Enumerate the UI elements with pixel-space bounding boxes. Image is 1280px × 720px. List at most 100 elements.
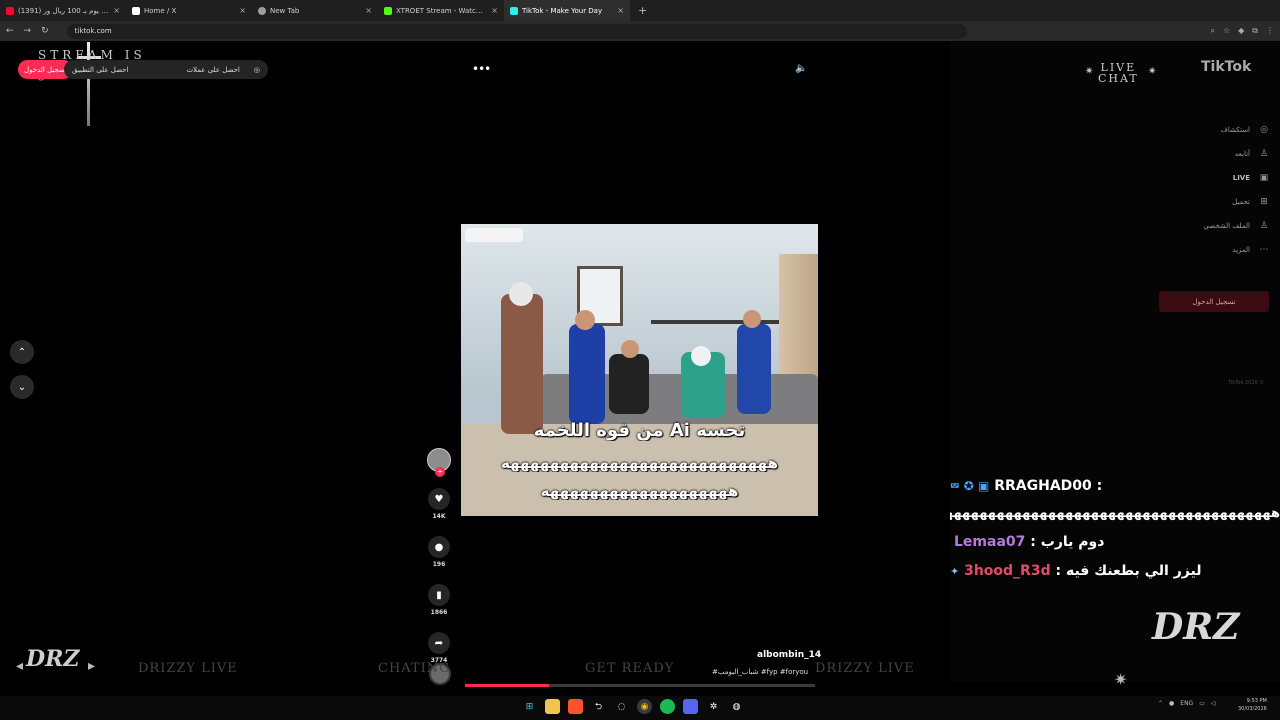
heart-icon: ♥ [434,493,444,505]
save-button[interactable]: ▮ [428,584,450,606]
like-count: 14K [432,513,446,520]
clock-time: 9:53 PM [1246,698,1267,704]
ticker-text: DRIZZY LIVE [815,661,915,676]
app-icon[interactable]: ◌ [614,699,629,714]
new-tab-button[interactable]: + [638,4,647,17]
chat-username: 3hood_R3d [964,563,1051,579]
sidebar-menu: استكشاف ◎ أتابعه ♙ LIVE ▣ تحميل ⊞ الملف … [1150,118,1270,262]
close-tab-icon[interactable]: × [365,6,372,15]
browser-tab-youtube[interactable]: (1391) عشت يوم بـ 100 ريال ور... × [0,0,126,21]
sidebar-item-live[interactable]: LIVE ▣ [1150,166,1270,190]
comment-icon: ● [434,541,444,553]
get-coins-link[interactable]: احصل على عملات [186,66,239,74]
sidebar-item-upload[interactable]: تحميل ⊞ [1150,190,1270,214]
back-arrow-icon[interactable]: ← [6,26,14,36]
profile-icon: ♙ [1259,221,1269,231]
obs-icon[interactable]: ◍ [729,699,744,714]
sidebar-item-following[interactable]: أتابعه ♙ [1150,142,1270,166]
url-field[interactable]: tiktok.com [66,23,967,39]
puzzle-icon[interactable]: ⧉ [1252,26,1258,36]
brave-icon[interactable] [568,699,583,714]
tab-title: New Tab [270,6,300,15]
chrome-icon[interactable]: ◉ [637,699,652,714]
youtube-icon [6,6,14,15]
tab-title: TikTok - Make Your Day [522,6,603,15]
zoom-icon[interactable]: ⌕ [1210,26,1214,36]
sidebar-item-label: استكشاف [1220,126,1250,134]
close-tab-icon[interactable]: × [113,6,120,15]
chevron-down-icon: ⌄ [17,381,27,393]
video-progress-bar[interactable] [465,684,815,687]
network-icon[interactable]: ▭ [1199,700,1205,707]
mic-icon[interactable]: ● [1169,700,1174,707]
video-person [501,294,543,434]
volume-icon[interactable]: 🔈 [795,63,807,74]
chat-badge-icon: ✦ [950,565,960,578]
live-icon: ▣ [1259,173,1269,183]
extension-icon[interactable]: ◆ [1238,26,1244,36]
video-person-head [691,346,711,366]
chrome-icon [258,6,266,15]
browser-tab-x[interactable]: Home / X × [126,0,252,21]
clock[interactable]: 9:53 PM 30/03/2026 [1238,697,1267,713]
sidebar-item-explore[interactable]: استكشاف ◎ [1150,118,1270,142]
comment-count: 196 [432,561,446,568]
save-count: 1866 [430,609,448,616]
forward-arrow-icon[interactable]: → [24,26,32,36]
video-caption-line: هههههههههههههههههههههههههههه [501,454,779,472]
chat-username: Lemaa07 [954,534,1026,550]
speaker-icon[interactable]: ◁ [1211,700,1216,707]
sidebar-login-button[interactable]: تسجيل الدخول [1159,291,1269,312]
previous-video-button[interactable]: ⌃ [10,340,34,364]
reload-icon[interactable]: ↻ [41,26,49,36]
menu-icon[interactable]: ⋮ [1266,26,1274,36]
sidebar-item-label: أتابعه [1234,150,1250,158]
tiktok-logo[interactable]: TikTok [1201,59,1251,75]
ticker-text: DRIZZY LIVE [138,661,238,676]
follow-plus-icon[interactable]: + [435,467,445,477]
bookmark-star-icon[interactable]: ☆ [1223,26,1230,36]
copyright-text: TikTok 2026 © [1228,380,1265,386]
language-indicator[interactable]: ENG [1180,700,1193,707]
sidebar-item-label: المزيد [1232,246,1250,254]
discord-icon[interactable] [683,699,698,714]
video-progress-fill [465,684,549,687]
browser-tab-newtab[interactable]: New Tab × [252,0,378,21]
more-options-button[interactable]: ••• [472,62,491,76]
chat-message-text: : ليزر الي بطعنك فيه [1055,563,1202,579]
chevron-up-icon[interactable]: ⌃ [1158,700,1163,707]
sidebar-item-label: الملف الشخصي [1203,222,1250,230]
creator-avatar[interactable]: + [427,448,451,477]
spotify-icon[interactable] [660,699,675,714]
like-button[interactable]: ♥ [428,488,450,510]
sidebar-item-more[interactable]: المزيد ⋯ [1150,238,1270,262]
sidebar-item-profile[interactable]: الملف الشخصي ♙ [1150,214,1270,238]
sparkle-icon: ✷ [1114,670,1128,689]
video-player[interactable]: تحسه Ai من قوه اللخمه هههههههههههههههههه… [461,224,818,516]
next-video-button[interactable]: ⌄ [10,375,34,399]
live-chat-line2: CHAT [1098,72,1139,85]
drz-logo: DRZ [26,646,80,672]
tiktok-icon [510,6,518,15]
get-app-link[interactable]: احصل على التطبيق [72,66,128,74]
sparkle-icon: ✷ [1148,66,1157,77]
app-icon[interactable]: ✲ [706,699,721,714]
close-tab-icon[interactable]: × [617,6,624,15]
close-tab-icon[interactable]: × [491,6,498,15]
tab-title: (1391) عشت يوم بـ 100 ريال ور... [18,6,109,15]
browser-tab-tiktok[interactable]: TikTok - Make Your Day × [504,0,630,21]
comment-button[interactable]: ● [428,536,450,558]
close-tab-icon[interactable]: × [239,6,246,15]
video-person [569,324,605,424]
windows-start-icon[interactable]: ⊞ [522,699,537,714]
sidebar-item-label: LIVE [1232,174,1250,182]
app-icon[interactable]: ⮌ [591,699,606,714]
file-explorer-icon[interactable] [545,699,560,714]
author-username[interactable]: albombin_14 [757,650,821,660]
browser-tab-kick[interactable]: XTROET Stream - Watch Live o... × [378,0,504,21]
chat-message-text: هههههههههههههههههههههههههههههههههههههههه… [950,506,1280,521]
live-chat-title: LIVE CHAT [1098,62,1139,84]
share-button[interactable]: ➦ [428,632,450,654]
video-hashtags[interactable]: #شباب_البومب #fyp #foryou [712,668,808,676]
ticker-text: GET READY [585,661,675,676]
